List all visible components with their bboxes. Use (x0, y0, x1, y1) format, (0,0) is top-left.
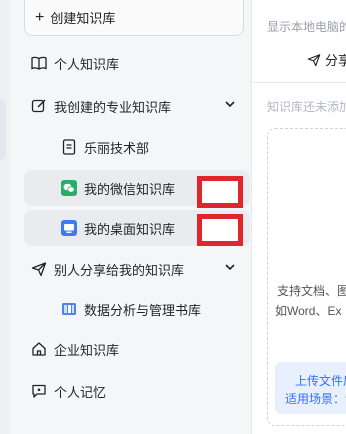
sidebar-item-label: 我的桌面知识库 (84, 221, 176, 237)
sidebar-item-label: 企业知识库 (54, 342, 120, 358)
sidebar-item-enterprise[interactable]: 企业知识库 (24, 331, 250, 367)
sidebar-item-label: 个人知识库 (54, 56, 120, 72)
divider (253, 82, 346, 83)
desktop-icon (60, 219, 78, 237)
home-icon (30, 340, 48, 358)
sidebar-item-label: 个人记忆 (54, 384, 107, 400)
sidebar-item-personal-memory[interactable]: 个人记忆 (24, 373, 250, 409)
empty-kb-hint: 知识库还未添加 (267, 100, 346, 114)
sidebar-item-personal[interactable]: 个人知识库 (24, 45, 250, 81)
highlight-box (197, 214, 243, 246)
sidebar-item-label: 数据分析与管理书库 (84, 302, 202, 318)
sidebar-item-leli-tech[interactable]: 乐丽技术部 (24, 129, 250, 165)
supported-formats-examples: 如Word、Ex (275, 304, 342, 318)
create-knowledge-base-button[interactable]: + 创建知识库 (24, 0, 244, 36)
sidebar-item-label: 我的微信知识库 (84, 181, 176, 197)
share-label: 分享 (325, 53, 346, 68)
library-icon (60, 300, 78, 318)
main-panel: 显示本地电脑的 分享 知识库还未添加 支持文档、图 如Word、Ex 上传文件后… (253, 0, 346, 434)
book-icon (30, 54, 48, 72)
info-line-2: 适用场景：论 (285, 392, 346, 406)
share-button[interactable]: 分享 (307, 50, 346, 69)
chevron-down-icon[interactable] (224, 98, 236, 113)
sidebar-item-label: 我创建的专业知识库 (54, 99, 172, 115)
chevron-down-icon[interactable] (224, 261, 236, 276)
edit-icon (30, 97, 48, 115)
create-button-label: 创建知识库 (50, 11, 116, 26)
supported-formats-text: 支持文档、图 (277, 284, 346, 298)
info-line-1: 上传文件后 (295, 374, 346, 388)
highlight-box (197, 176, 243, 208)
send-icon (307, 53, 321, 66)
local-files-hint: 显示本地电脑的 (267, 20, 346, 34)
memory-icon (30, 382, 48, 400)
wechat-icon (60, 179, 78, 197)
sidebar-item-label: 别人分享给我的知识库 (54, 262, 185, 278)
sidebar-item-label: 乐丽技术部 (84, 140, 150, 156)
app-left-edge (0, 0, 10, 434)
share-icon (30, 260, 48, 278)
sidebar-item-shared-with-me[interactable]: 别人分享给我的知识库 (24, 251, 250, 287)
sidebar-item-my-created[interactable]: 我创建的专业知识库 (24, 88, 250, 124)
document-icon (60, 138, 78, 156)
sidebar-item-data-analysis-library[interactable]: 数据分析与管理书库 (24, 291, 250, 327)
plus-icon: + (35, 8, 45, 26)
edge-tab (0, 100, 6, 160)
upload-info-box: 上传文件后 适用场景：论 (275, 362, 346, 414)
